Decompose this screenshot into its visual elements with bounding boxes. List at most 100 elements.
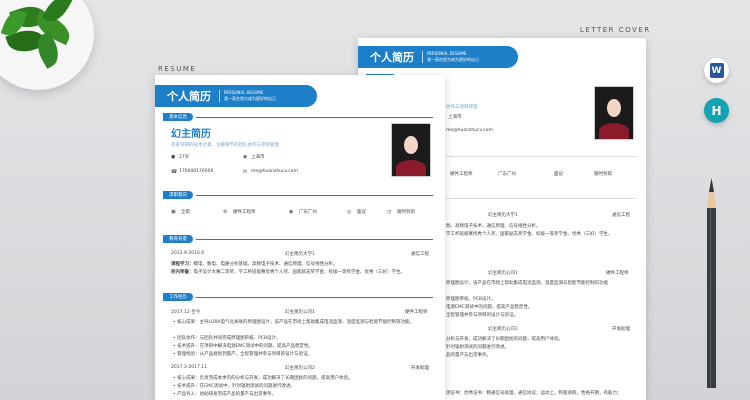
intent-start: 随时到岗: [397, 210, 415, 215]
back-work1-line: 电源EMC测试中的问题，提高产品稳定性。: [446, 305, 533, 310]
work1-company: 幻主简历公司1: [285, 310, 315, 315]
resume-front-page: 个人简历 PERSONAL RESUME 我一直在努力成为更好的自己 基本信息 …: [155, 75, 445, 400]
work1-bullet: • 核心成果：主导LORA电气化关联的原理图设计，该产品在市场上帮助集成电流监测…: [173, 320, 415, 325]
hexagon-app-icon[interactable]: H: [704, 98, 729, 123]
back-subtitle: PERSONAL RESUME 我一直在努力成为更好的自己: [422, 51, 479, 63]
back-work2-line: 品的量产与出货事务。: [446, 353, 491, 358]
back-intent-start: 随时到岗: [594, 172, 612, 177]
edu-courses-text: 模电、数电、电路分析基础、高频电子技术、通信原理、信号线性分析。: [193, 262, 338, 267]
back-divider-2: [446, 198, 636, 199]
email-icon: ✉: [243, 169, 248, 175]
work1-bullet-text: 团队协作：与团队共同完成原理图审核、PCB设计。: [177, 336, 281, 341]
briefcase-icon: ▣: [171, 209, 176, 215]
work1-bullet: • 团队协作：与团队共同完成原理图审核、PCB设计。: [173, 336, 281, 341]
word-app-icon[interactable]: W: [704, 58, 729, 83]
back-intent-job: 硬件工程师: [450, 172, 473, 177]
edu-period: 2012.9-2016.6: [171, 251, 205, 256]
back-work1-line: 全程管理并参与项目的设计与验证。: [446, 313, 518, 318]
back-edu-awards: 学工杯班级赛优秀个人奖、国家励志奖学金、校级一等奖学金、优秀（三好）学生。: [446, 232, 613, 237]
back-intent-salary: 面议: [554, 172, 563, 177]
work2-period: 2017.3-2017.11: [171, 365, 207, 370]
work2-bullet-text: 核心成果：负责完成本季内的分析与开发，成功解决了长期困扰的问题，提高用户体验。: [177, 376, 353, 381]
info-email: me@huanzhucv.com: [251, 169, 298, 174]
work2-bullet: • 产品导入：协助研发完成产品的量产与出货事务。: [173, 392, 277, 397]
section-basic-tag: 基本信息: [163, 113, 193, 121]
section-intent-tag: 求职意向: [163, 191, 193, 199]
work2-bullet: • 核心成果：负责完成本季内的分析与开发，成功解决了长期困扰的问题，提高用户体验…: [173, 376, 353, 381]
candidate-slogan: 热爱深耕的技术达者，注重细节的团队协作与项目管理: [171, 143, 279, 148]
work2-bullet-text: 产品导入：协助研发完成产品的量产与出货事务。: [177, 392, 277, 397]
intent-place: 广东广州: [299, 210, 317, 215]
work1-bullet: • 技术提升：在项目中解决电源EMC测试中的问题，提高产品稳定性。: [173, 344, 313, 349]
clock-icon: ◷: [387, 209, 392, 215]
back-city: 上海市: [448, 115, 462, 120]
wrench-icon: ⚙: [223, 209, 228, 215]
location-icon: ◉: [243, 154, 248, 160]
edu-school: 幻主简历大学1: [285, 252, 315, 257]
profile-photo: [391, 123, 431, 177]
back-work1-role: 硬件工程师: [606, 271, 629, 276]
section-education-tag: 教育背景: [163, 235, 193, 243]
info-phone: 176000176000: [179, 169, 214, 174]
back-edu-school: 幻主简历大学1: [488, 213, 518, 218]
edu-awards: 校内荣誉：电子设计大赛二等奖、学工杯班级赛优秀个人奖、国家励志奖学金、校级一等奖…: [171, 269, 405, 275]
back-slogan: 协作与项目管理: [446, 105, 478, 110]
section-basic-info: 基本信息: [163, 113, 433, 121]
work2-company: 幻主简历公司2: [285, 366, 315, 371]
work2-role: 开发助理: [411, 366, 429, 371]
info-age: 27岁: [179, 155, 190, 160]
salary-icon: ◎: [347, 209, 352, 215]
back-edu-courses: 频、高频电子技术、通信原理、信号线性分析。: [446, 224, 541, 229]
back-edu-major: 通信工程: [612, 213, 630, 218]
word-icon: W: [709, 63, 724, 78]
back-divider: [446, 156, 636, 157]
pencil-image: [707, 178, 716, 388]
front-subtitle: PERSONAL RESUME 我一直在努力成为更好的自己: [219, 90, 276, 102]
back-title-banner: 个人简历 PERSONAL RESUME 我一直在努力成为更好的自己: [358, 46, 518, 68]
edu-awards-text: 电子设计大赛二等奖、学工杯班级赛优秀个人奖、国家励志奖学金、校级一等奖学金、优秀…: [193, 270, 406, 275]
back-work2-line: 针对辐射测试的问题进行改进。: [446, 345, 509, 350]
front-subtitle-en: PERSONAL RESUME: [224, 90, 264, 95]
edu-courses-label: 课程学习：: [171, 262, 194, 267]
section-education: 教育背景: [163, 235, 433, 243]
back-email: me@huanzhucv.com: [446, 128, 493, 133]
back-work2-company: 幻主简历公司2: [488, 327, 518, 332]
section-work: 工作经历: [163, 293, 433, 301]
back-work1-line: 原理图审核，PCB设计。: [446, 297, 496, 302]
work1-bullet-text: 管理经验：从产品规划到量产，全程管理并参与项目的设计与验证。: [177, 352, 313, 357]
work1-bullet-text: 技术提升：在项目中解决电源EMC测试中的问题，提高产品稳定性。: [177, 344, 313, 349]
intent-salary: 面议: [357, 210, 366, 215]
back-profile-photo: [594, 86, 634, 140]
map-pin-icon: ◉: [289, 209, 294, 215]
work1-period: 2017.12-至今: [171, 310, 201, 315]
section-work-tag: 工作经历: [163, 293, 193, 301]
back-intent-place: 广东广州: [498, 172, 516, 177]
back-work2-role: 开发助理: [612, 327, 630, 332]
front-title-banner: 个人简历 PERSONAL RESUME 我一直在努力成为更好的自己: [155, 85, 317, 107]
back-subtitle-en: PERSONAL RESUME: [427, 51, 467, 56]
edu-awards-label: 校内荣誉：: [171, 270, 194, 275]
work2-bullet: • 技术提升：在EMC测试中，针对辐射测试的问题进行改进。: [173, 384, 295, 389]
resume-label: RESUME: [158, 65, 197, 73]
candidate-name: 幻主简历: [171, 129, 211, 140]
back-work1-company: 幻主简历公司1: [488, 271, 518, 276]
edu-courses: 课程学习：模电、数电、电路分析基础、高频电子技术、通信原理、信号线性分析。: [171, 261, 338, 267]
front-title: 个人简历: [167, 90, 211, 103]
person-icon: ●: [171, 154, 176, 160]
back-subtitle-cn: 我一直在努力成为更好的自己: [427, 57, 479, 62]
back-work1-line: 原理图设计，该产品在市场上帮助集成电流监测、温度监测与智能节能控制的功能: [446, 281, 608, 286]
back-title: 个人简历: [370, 51, 414, 64]
work1-bullet-text: 核心成果：主导LORA电气化关联的原理图设计，该产品在市场上帮助集成电流监测、温…: [177, 320, 415, 325]
letter-cover-label: LETTER COVER: [580, 26, 651, 34]
intent-job: 硬件工程师: [233, 210, 256, 215]
phone-icon: ☎: [171, 169, 178, 175]
intent-type: 全职: [181, 210, 190, 215]
section-job-intent: 求职意向: [163, 191, 433, 199]
work1-bullet: • 管理经验：从产品规划到量产，全程管理并参与项目的设计与验证。: [173, 352, 313, 357]
back-work2-line: 分析与开发，成功解决了长期困扰的问题，提高用户体验。: [446, 337, 563, 342]
work2-bullet-text: 技术提升：在EMC测试中，针对辐射测试的问题进行改进。: [177, 384, 295, 389]
front-subtitle-cn: 我一直在努力成为更好的自己: [224, 96, 276, 101]
edu-major: 通信工程: [411, 252, 429, 257]
back-skills: 测证书：优秀证书：精通信号处理、通信协议；运动上，积极进取，性格开朗，有毅力；: [446, 391, 622, 396]
work1-role: 硬件工程师: [405, 310, 428, 315]
